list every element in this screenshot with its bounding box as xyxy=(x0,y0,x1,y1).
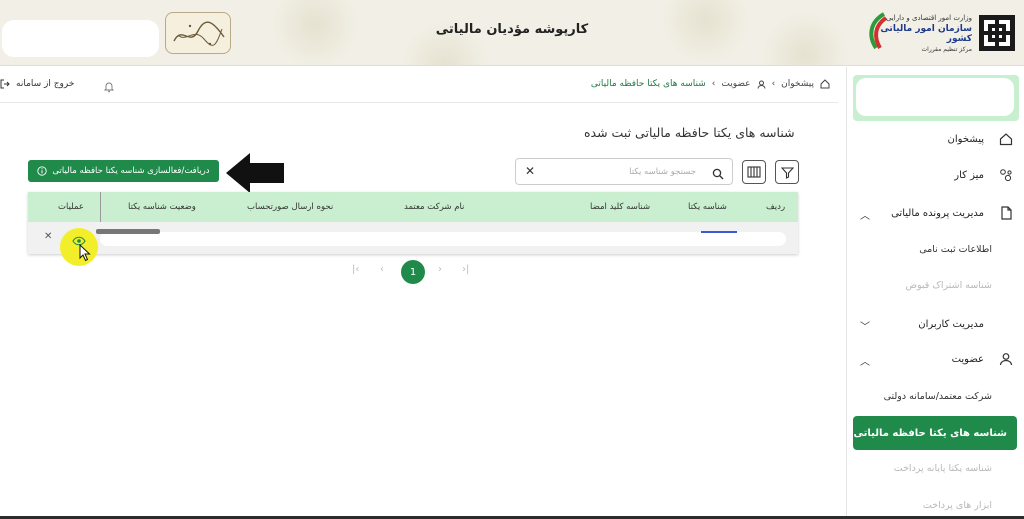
ministry-name: وزارت امور اقتصادی و دارایی xyxy=(885,14,972,22)
app-header: کارپوشه مؤدیان مالیاتی وزارت امور اقتصاد… xyxy=(0,0,1024,66)
last-page-icon[interactable]: ›| xyxy=(462,264,469,275)
column-actions: عملیات xyxy=(58,202,84,212)
mouse-cursor-icon xyxy=(79,243,91,266)
pagination: |‹ ‹ 1 › ›| xyxy=(348,259,478,285)
organization-name: وزارت امور اقتصادی و دارایی سازمان امور … xyxy=(862,14,972,53)
next-page-icon[interactable]: › xyxy=(438,264,442,275)
sidebar-item-tax-file[interactable]: مدیریت پرونده مالیاتی ︿ xyxy=(846,195,1024,231)
sidebar-subitem-bill-id: شناسه اشتراک قبوض xyxy=(846,270,1024,300)
page-current[interactable]: 1 xyxy=(401,260,425,284)
columns-icon xyxy=(747,166,761,178)
page-title: شناسه های یکتا حافظه مالیاتی ثبت شده xyxy=(584,125,795,140)
sidebar-subitem-trusted-company[interactable]: شرکت معتمد/سامانه دولتی xyxy=(846,381,1024,411)
logout-button[interactable]: خروج از سامانه xyxy=(0,79,74,89)
columns-button[interactable] xyxy=(742,160,766,184)
sidebar-subitem-unique-ids[interactable]: شناسه های یکتا حافظه مالیاتی xyxy=(853,416,1017,450)
previous-page-icon[interactable]: ‹ xyxy=(380,264,384,275)
workspace-icon xyxy=(998,167,1014,183)
sidebar: پیشخوان میز کار مدیریت پرونده مالیاتی ︿ … xyxy=(846,67,1024,519)
logout-icon xyxy=(0,79,10,89)
column-divider xyxy=(100,192,101,222)
breadcrumb-membership[interactable]: عضویت xyxy=(721,79,750,89)
row-id-underline xyxy=(701,231,737,233)
blank-icon xyxy=(998,316,1014,332)
sidebar-subitem-payment-tools: ابزار های پرداخت xyxy=(846,490,1024,519)
sidebar-item-dashboard[interactable]: پیشخوان xyxy=(846,121,1024,157)
sidebar-item-workspace[interactable]: میز کار xyxy=(846,157,1024,193)
chevron-left-icon: › xyxy=(711,79,716,89)
bell-icon[interactable] xyxy=(103,78,115,97)
breadcrumb: پیشخوان › عضویت › شناسه های یکتا حافظه م… xyxy=(591,79,830,89)
tooltip-bar xyxy=(96,229,160,234)
sidebar-profile-box xyxy=(853,75,1019,121)
filter-button[interactable] xyxy=(775,160,799,184)
sidebar-profile-field xyxy=(856,78,1014,116)
file-icon xyxy=(998,205,1014,221)
register-unique-id-button[interactable]: دریافت/فعالسازی شناسه یکتا حافظه مالیاتی xyxy=(28,160,219,182)
sidebar-subitem-payment-terminal: شناسه یکتا پایانه پرداخت xyxy=(846,453,1024,483)
user-icon xyxy=(757,80,766,89)
organization-logo-icon xyxy=(978,14,1016,52)
filter-icon xyxy=(780,166,794,179)
sidebar-item-label: مدیریت کاربران xyxy=(918,318,984,330)
column-unique-id[interactable]: شناسه یکتا xyxy=(688,202,727,212)
sidebar-subitem-label: شناسه های یکتا حافظه مالیاتی xyxy=(853,427,1007,439)
unique-ids-table: ردیف شناسه یکتا شناسه کلید امضا نام شرکت… xyxy=(28,192,798,266)
chevron-down-icon: ﹀ xyxy=(860,322,870,333)
register-unique-id-label: دریافت/فعالسازی شناسه یکتا حافظه مالیاتی xyxy=(52,166,210,176)
sidebar-item-label: پیشخوان xyxy=(947,133,984,145)
sidebar-subitem-label: اطلاعات ثبت نامی xyxy=(919,243,992,255)
home-icon xyxy=(820,79,830,89)
clear-icon[interactable]: ✕ xyxy=(525,164,535,178)
table-row[interactable] xyxy=(100,232,786,246)
header-pattern xyxy=(760,10,850,65)
logout-label: خروج از سامانه xyxy=(16,79,75,89)
content-topbar: خروج از سامانه پیشخوان › عضویت › شناسه ه… xyxy=(0,67,838,103)
user-icon xyxy=(998,351,1014,367)
table-header: ردیف شناسه یکتا شناسه کلید امضا نام شرکت… xyxy=(28,192,798,222)
organization-title: سازمان امور مالیاتی کشور xyxy=(880,24,972,44)
sidebar-subitem-label: شرکت معتمد/سامانه دولتی xyxy=(883,390,992,402)
column-invoice-method[interactable]: نحوه ارسال صورتحساب xyxy=(247,202,333,212)
sidebar-item-label: میز کار xyxy=(954,169,984,181)
sidebar-subitem-registration[interactable]: اطلاعات ثبت نامی xyxy=(846,234,1024,264)
breadcrumb-dashboard[interactable]: پیشخوان xyxy=(781,79,814,89)
sidebar-subitem-label: شناسه اشتراک قبوض xyxy=(905,279,992,291)
sidebar-item-label: مدیریت پرونده مالیاتی xyxy=(891,207,984,219)
home-icon xyxy=(998,131,1014,147)
first-page-icon[interactable]: |‹ xyxy=(352,264,359,275)
chevron-left-icon: › xyxy=(771,79,776,89)
chevron-up-icon: ︿ xyxy=(860,357,870,368)
sidebar-item-membership[interactable]: عضویت ︿ xyxy=(846,341,1024,377)
column-signature-key[interactable]: شناسه کلید امضا xyxy=(590,202,650,212)
breadcrumb-current: شناسه های یکتا حافظه مالیاتی xyxy=(590,79,706,89)
sidebar-item-user-management[interactable]: مدیریت کاربران ﹀ xyxy=(846,306,1024,342)
column-row-number[interactable]: ردیف xyxy=(766,202,785,212)
column-status[interactable]: وضعیت شناسه یکتا xyxy=(128,202,196,212)
organization-subtitle: مرکز تنظیم مقررات xyxy=(921,46,972,53)
delete-icon[interactable]: ✕ xyxy=(44,231,52,242)
sidebar-subitem-label: شناسه یکتا پایانه پرداخت xyxy=(893,462,992,474)
sidebar-item-label: عضویت xyxy=(951,353,984,365)
column-trusted-company[interactable]: نام شرکت معتمد xyxy=(404,202,464,212)
info-icon xyxy=(37,166,48,176)
search-icon[interactable] xyxy=(712,165,724,184)
search-input[interactable] xyxy=(546,163,696,181)
sidebar-subitem-label: ابزار های پرداخت xyxy=(922,499,992,511)
search-box: ✕ xyxy=(515,158,733,185)
chevron-up-icon: ︿ xyxy=(860,211,870,222)
